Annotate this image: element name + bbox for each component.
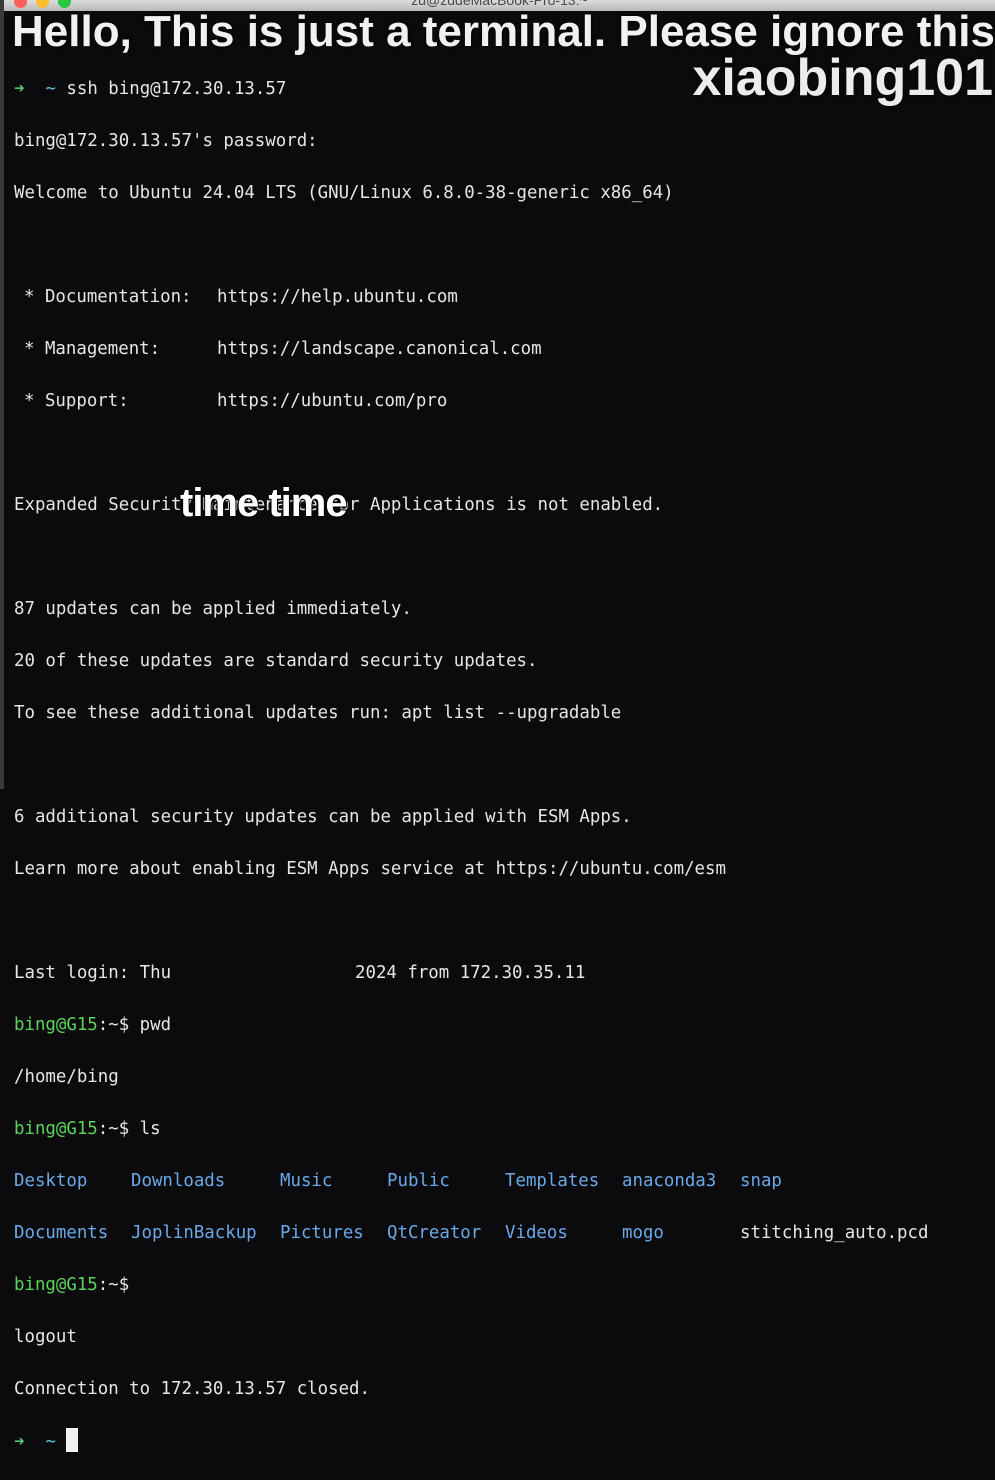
ls-entry: Templates (505, 1171, 600, 1191)
terminal-output[interactable]: ➜ ~ ssh bing@172.30.13.57 bing@172.30.13… (14, 50, 989, 1480)
prompt-user-host: bing@G15 (14, 1015, 98, 1035)
ls-entry: Videos (505, 1223, 568, 1243)
ls-entry: Desktop (14, 1171, 88, 1191)
pwd-command: pwd (139, 1015, 172, 1035)
password-prompt: bing@172.30.13.57's password: (14, 131, 318, 151)
ls-command-line: bing@G15:~$ ls (14, 1116, 989, 1142)
ls-entry: Music (280, 1171, 333, 1191)
pwd-output: /home/bing (14, 1067, 119, 1087)
motd-management: * Management: https://landscape.canonical… (14, 336, 989, 362)
esm-apps-line: Learn more about enabling ESM Apps servi… (14, 859, 726, 879)
prompt-arrow-icon: ➜ (14, 1432, 25, 1452)
prompt-dir: ~ (45, 79, 56, 99)
prompt-user-host: bing@G15 (14, 1119, 98, 1139)
terminal-input-line[interactable]: ➜ ~ (14, 1428, 989, 1454)
ls-output-row: Desktop Downloads Music Public Templates anac… (14, 1168, 989, 1194)
welcome-line: Welcome to Ubuntu 24.04 LTS (GNU/Linux 6… (14, 183, 674, 203)
motd-label: * Management: (24, 339, 161, 359)
ls-entry: JoplinBackup (131, 1223, 257, 1243)
ls-entry: Public (387, 1171, 450, 1191)
motd-url: https://ubuntu.com/pro (217, 391, 448, 411)
terminal-cursor[interactable] (66, 1428, 79, 1452)
prompt-user-host: bing@G15 (14, 1275, 98, 1295)
ls-entry: mogo (622, 1223, 664, 1243)
updates-line: 87 updates can be applied immediately. (14, 599, 412, 619)
motd-url: https://landscape.canonical.com (217, 339, 542, 359)
ls-entry: Pictures (280, 1223, 364, 1243)
ls-command: ls (139, 1119, 161, 1139)
last-login-line: Last login: Thu 2024 from 172.30.35.11 (14, 960, 989, 986)
updates-line: 20 of these updates are standard securit… (14, 651, 538, 671)
last-login-prefix: Last login: Thu (14, 963, 172, 983)
prompt-dir: ~ (45, 1432, 56, 1452)
esm-apps-line: 6 additional security updates can be app… (14, 807, 632, 827)
window-title: zd@zddeMacBook-Pro-13:~ (411, 0, 588, 8)
prompt-path: :~$ (97, 1275, 130, 1295)
watermark-overlay: xiaobing101 (692, 49, 993, 107)
motd-url: https://help.ubuntu.com (217, 287, 458, 307)
last-login-suffix: 2024 from 172.30.35.11 (355, 963, 586, 983)
updates-line: To see these additional updates run: apt… (14, 703, 622, 723)
window-left-edge (0, 0, 4, 789)
empty-prompt-line: bing@G15:~$ (14, 1272, 989, 1298)
prompt-path: :~$ (97, 1119, 130, 1139)
ls-entry: QtCreator (387, 1223, 482, 1243)
motd-label: * Documentation: (24, 287, 192, 307)
motd-documentation: * Documentation: https://help.ubuntu.com (14, 284, 989, 310)
ls-entry: snap (740, 1171, 782, 1191)
ls-entry: anaconda3 (622, 1171, 717, 1191)
connection-closed-line: Connection to 172.30.13.57 closed. (14, 1379, 370, 1399)
prompt-arrow-icon: ➜ (14, 79, 25, 99)
motd-label: * Support: (24, 391, 129, 411)
motd-support: * Support: https://ubuntu.com/pro (14, 388, 989, 414)
ls-entry: stitching_auto.pcd (740, 1223, 929, 1243)
ls-entry: Downloads (131, 1171, 226, 1191)
prompt-path: :~$ (97, 1015, 130, 1035)
pwd-command-line: bing@G15:~$ pwd (14, 1012, 989, 1038)
subtitle-overlay: time time (179, 481, 349, 525)
ls-entry: Documents (14, 1223, 109, 1243)
ls-output-row: Documents JoplinBackup Pictures QtCreator Vi… (14, 1220, 989, 1246)
ssh-command: ssh bing@172.30.13.57 (66, 79, 287, 99)
esm-notice: Expanded Security Maintenance for Applic… (14, 495, 664, 515)
logout-line: logout (14, 1327, 77, 1347)
